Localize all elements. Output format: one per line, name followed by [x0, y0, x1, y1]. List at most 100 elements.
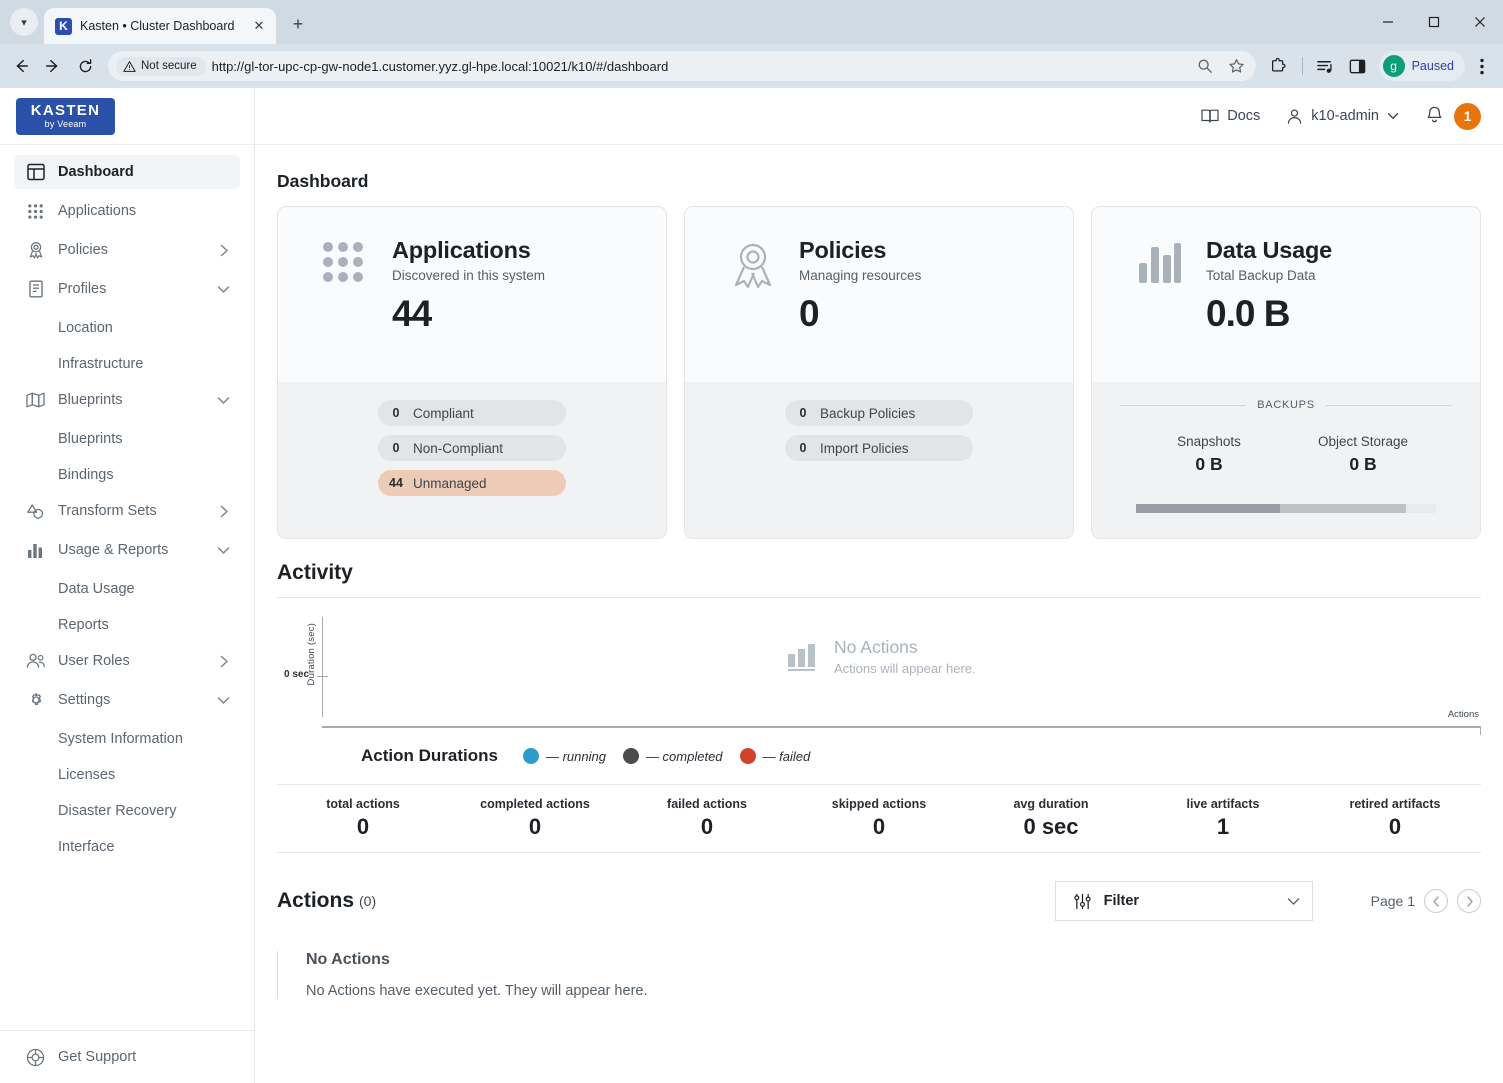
- actions-empty-title: No Actions: [306, 951, 390, 968]
- page-label: Page 1: [1370, 893, 1415, 909]
- legend-item-completed: — completed: [622, 748, 723, 764]
- object-storage-value: 0 B: [1349, 454, 1377, 474]
- pill-compliant[interactable]: 0 Compliant: [378, 400, 566, 426]
- sidebar-item-blueprints-group[interactable]: Blueprints: [14, 383, 240, 417]
- pill-backup-policies[interactable]: 0 Backup Policies: [785, 400, 973, 426]
- tab-search-chevron-icon[interactable]: ▾: [10, 8, 38, 36]
- extensions-icon[interactable]: [1264, 51, 1294, 81]
- filter-sliders-icon: [1073, 893, 1091, 910]
- maximize-button[interactable]: [1411, 0, 1457, 44]
- pill-count: 44: [389, 476, 403, 490]
- sidebar-item-settings[interactable]: Settings: [14, 683, 240, 717]
- logo-main-text: KASTEN: [30, 102, 101, 119]
- sidebar-item-licenses[interactable]: Licenses: [14, 758, 240, 791]
- chevron-down-icon[interactable]: [1287, 896, 1300, 907]
- application-area: KASTEN by Veeam Dashboard Applications P…: [0, 88, 1503, 1083]
- kasten-logo[interactable]: KASTEN by Veeam: [16, 97, 115, 135]
- pill-label: Import Policies: [820, 440, 909, 456]
- sidebar-item-user-roles[interactable]: User Roles: [14, 644, 240, 678]
- sidebar-item-infrastructure[interactable]: Infrastructure: [14, 347, 240, 380]
- legend-label: — failed: [762, 748, 811, 764]
- bell-icon[interactable]: [1425, 106, 1444, 126]
- security-status[interactable]: Not secure: [116, 56, 206, 76]
- summary-cards: Applications Discovered in this system 4…: [277, 206, 1481, 539]
- card-subtitle: Managing resources: [799, 268, 922, 283]
- more-menu-icon[interactable]: [1467, 51, 1497, 81]
- sidebar-item-disaster-recovery[interactable]: Disaster Recovery: [14, 794, 240, 827]
- sidebar-item-reports[interactable]: Reports: [14, 608, 240, 641]
- sidebar-item-blueprints[interactable]: Blueprints: [14, 422, 240, 455]
- sidebar-item-usage-reports[interactable]: Usage & Reports: [14, 533, 240, 567]
- stat-live-artifacts: live artifacts 1: [1137, 797, 1309, 840]
- sidebar-item-transform-sets[interactable]: Transform Sets: [14, 494, 240, 528]
- card-value: 44: [392, 293, 432, 334]
- sidebar-item-interface[interactable]: Interface: [14, 830, 240, 863]
- chevron-down-icon[interactable]: [1387, 111, 1399, 121]
- reading-list-icon[interactable]: [1311, 51, 1341, 81]
- close-icon[interactable]: ✕: [250, 17, 268, 35]
- sidebar-item-profiles[interactable]: Profiles: [14, 272, 240, 306]
- sidebar-item-location[interactable]: Location: [14, 311, 240, 344]
- chevron-right-icon[interactable]: [219, 505, 230, 518]
- card-header: Data Usage Total Backup Data 0.0 B: [1092, 207, 1480, 382]
- sidebar-item-system-information[interactable]: System Information: [14, 722, 240, 755]
- progress-segment-snapshots: [1136, 504, 1280, 513]
- stat-label: live artifacts: [1186, 797, 1260, 811]
- sidebar-label: Settings: [58, 692, 111, 708]
- stat-skipped-actions: skipped actions 0: [793, 797, 965, 840]
- browser-tab[interactable]: K Kasten • Cluster Dashboard ✕: [44, 8, 276, 44]
- chevron-right-icon[interactable]: [219, 655, 230, 668]
- legend-item-failed: — failed: [739, 748, 811, 764]
- search-icon[interactable]: [1190, 51, 1220, 81]
- chevron-down-icon[interactable]: [217, 395, 230, 406]
- chevron-left-circle-icon[interactable]: [1424, 889, 1448, 913]
- minimize-button[interactable]: [1365, 0, 1411, 44]
- new-tab-button[interactable]: +: [284, 11, 312, 39]
- sidebar-item-applications[interactable]: Applications: [14, 194, 240, 228]
- chevron-down-icon[interactable]: [217, 545, 230, 556]
- stat-value: 1: [1216, 814, 1230, 839]
- sidebar-nav: Dashboard Applications Policies Profiles…: [0, 145, 254, 1030]
- chart-legend: Action Durations — running — completed —…: [361, 746, 1481, 766]
- avatar: g: [1382, 55, 1405, 77]
- stat-value: 0: [700, 814, 714, 839]
- back-icon[interactable]: [6, 51, 36, 81]
- close-window-button[interactable]: [1457, 0, 1503, 44]
- url-text[interactable]: http://gl-tor-upc-cp-gw-node1.customer.y…: [212, 59, 1184, 74]
- usage-bar-icon: [25, 540, 46, 561]
- chevron-right-icon[interactable]: [219, 244, 230, 257]
- pill-import-policies[interactable]: 0 Import Policies: [785, 435, 973, 461]
- sidebar-item-policies[interactable]: Policies: [14, 233, 240, 267]
- browser-toolbar: Not secure http://gl-tor-upc-cp-gw-node1…: [0, 44, 1503, 88]
- address-bar[interactable]: Not secure http://gl-tor-upc-cp-gw-node1…: [108, 51, 1256, 81]
- applications-grid-icon: [320, 237, 372, 289]
- reload-icon[interactable]: [70, 51, 100, 81]
- sidebar-label: Transform Sets: [58, 503, 157, 519]
- applications-card[interactable]: Applications Discovered in this system 4…: [277, 206, 667, 539]
- pill-label: Unmanaged: [413, 475, 487, 491]
- forward-icon[interactable]: [38, 51, 68, 81]
- sidebar-item-data-usage[interactable]: Data Usage: [14, 572, 240, 605]
- pill-non-compliant[interactable]: 0 Non-Compliant: [378, 435, 566, 461]
- chevron-down-icon[interactable]: [217, 695, 230, 706]
- bookmark-star-icon[interactable]: [1222, 51, 1252, 81]
- data-usage-card[interactable]: Data Usage Total Backup Data 0.0 B BACKU…: [1091, 206, 1481, 539]
- sidebar-item-bindings[interactable]: Bindings: [14, 458, 240, 491]
- chevron-right-circle-icon[interactable]: [1457, 889, 1481, 913]
- sidebar-item-dashboard[interactable]: Dashboard: [14, 155, 240, 189]
- user-roles-icon: [25, 651, 46, 672]
- policies-card[interactable]: Policies Managing resources 0 0 Backup P…: [684, 206, 1074, 539]
- card-subtitle: Total Backup Data: [1206, 268, 1316, 283]
- stat-total-actions: total actions 0: [277, 797, 449, 840]
- card-value: 0.0 B: [1206, 293, 1290, 334]
- side-panel-icon[interactable]: [1343, 51, 1373, 81]
- profile-chip[interactable]: g Paused: [1378, 51, 1465, 81]
- docs-link[interactable]: Docs: [1201, 108, 1260, 124]
- sidebar-item-get-support[interactable]: Get Support: [0, 1030, 254, 1083]
- filter-dropdown[interactable]: Filter: [1054, 881, 1313, 921]
- pill-unmanaged[interactable]: 44 Unmanaged: [378, 470, 566, 496]
- bar-chart-icon: [787, 641, 818, 672]
- notification-badge[interactable]: 1: [1454, 102, 1481, 130]
- user-menu[interactable]: k10-admin: [1286, 108, 1399, 125]
- chevron-down-icon[interactable]: [217, 284, 230, 295]
